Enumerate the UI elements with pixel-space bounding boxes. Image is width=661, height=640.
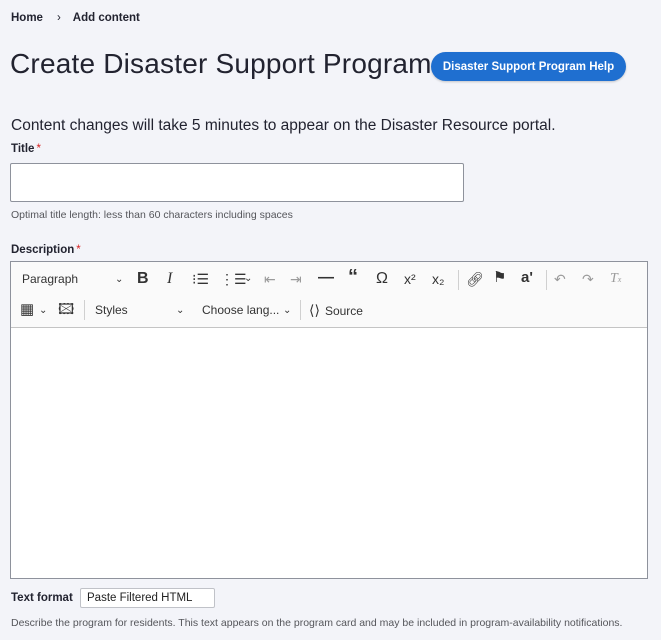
styles-dropdown[interactable]: Styles ⌄ [95, 303, 187, 317]
paragraph-dropdown[interactable]: Paragraph ⌄ [22, 272, 124, 286]
breadcrumb: Home › Add content [11, 12, 140, 24]
chevron-down-icon: ⌄ [283, 304, 292, 316]
language-dropdown[interactable]: Choose lang... ⌄ [202, 303, 294, 317]
title-label-text: Title [11, 143, 35, 155]
remove-format-icon[interactable]: Tx [610, 271, 621, 288]
page-title: Create Disaster Support Program [10, 48, 432, 79]
table-icon[interactable]: ▦ [20, 302, 34, 318]
description-help-text: Describe the program for residents. This… [11, 617, 623, 629]
blockquote-icon[interactable]: “ [348, 267, 358, 287]
language-dropdown-label: Choose lang... [202, 303, 280, 317]
anchor-flag-icon[interactable]: ⚑ [493, 270, 506, 286]
editor-content-area[interactable] [11, 328, 647, 578]
source-label: Source [324, 303, 363, 318]
title-input[interactable] [10, 163, 464, 202]
superscript-icon[interactable]: x² [404, 271, 416, 287]
description-editor: Paragraph ⌄ B I ⁝☰ ⋮☰ ⌄ ⇤ ⇥ — “ Ω x² x₂ … [10, 261, 648, 579]
breadcrumb-separator: › [56, 12, 61, 24]
redo-icon[interactable]: ↷ [582, 271, 594, 287]
description-label: Description * [11, 244, 81, 256]
title-hint: Optimal title length: less than 60 chara… [11, 209, 293, 221]
required-marker: * [36, 143, 41, 155]
undo-icon[interactable]: ↶ [554, 271, 566, 287]
source-icon: ⟨⟩ [309, 302, 320, 318]
styles-dropdown-label: Styles [95, 303, 128, 317]
chevron-down-icon: ⌄ [115, 273, 124, 285]
numbered-list-icon[interactable]: ⋮☰ [220, 271, 247, 287]
italic-icon[interactable]: I [167, 271, 172, 287]
chevron-down-icon[interactable]: ⌄ [244, 271, 252, 287]
required-marker: * [76, 244, 81, 256]
breadcrumb-current: Add content [72, 12, 140, 24]
horizontal-line-icon[interactable]: — [318, 270, 334, 286]
bulleted-list-icon[interactable]: ⁝☰ [192, 271, 209, 287]
bold-icon[interactable]: B [137, 271, 149, 287]
language-icon[interactable]: a' [521, 270, 533, 286]
indent-icon[interactable]: ⇥ [290, 271, 302, 287]
source-button[interactable]: ⟨⟩ Source [309, 302, 363, 319]
title-label: Title * [11, 143, 41, 155]
description-label-text: Description [11, 244, 75, 256]
media-icon[interactable]: 🖾 [58, 302, 74, 318]
content-notice: Content changes will take 5 minutes to a… [11, 117, 556, 134]
chevron-down-icon[interactable]: ⌄ [39, 303, 47, 319]
outdent-icon[interactable]: ⇤ [264, 271, 276, 287]
special-characters-icon[interactable]: Ω [376, 271, 388, 287]
editor-toolbar: Paragraph ⌄ B I ⁝☰ ⋮☰ ⌄ ⇤ ⇥ — “ Ω x² x₂ … [11, 262, 647, 328]
chevron-down-icon: ⌄ [176, 304, 185, 316]
help-button[interactable]: Disaster Support Program Help [431, 52, 626, 81]
paragraph-dropdown-label: Paragraph [22, 272, 79, 286]
text-format-select[interactable]: Paste Filtered HTML [80, 588, 215, 608]
subscript-icon[interactable]: x₂ [432, 271, 444, 287]
text-format-label: Text format [11, 592, 73, 604]
breadcrumb-home-link[interactable]: Home [11, 12, 43, 24]
link-icon[interactable]: 🔗︎ [466, 271, 484, 287]
